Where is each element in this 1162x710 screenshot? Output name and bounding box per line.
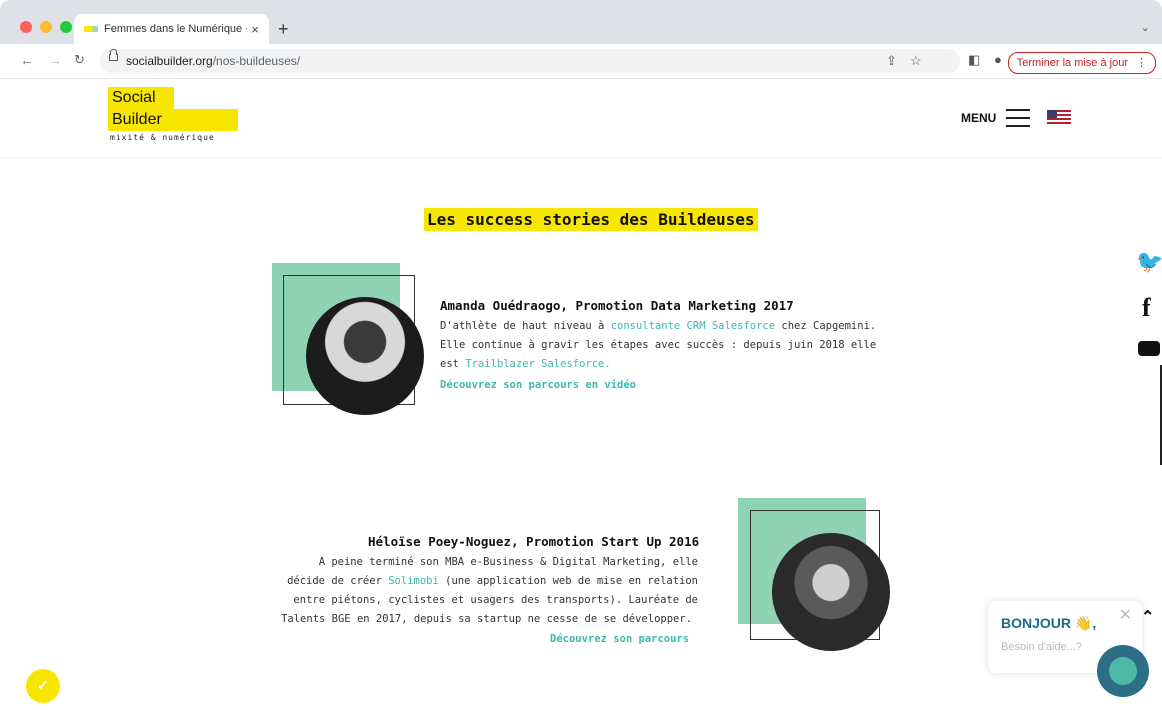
logo-line1[interactable]: Social bbox=[108, 87, 174, 109]
logo-tagline: mixité & numérique bbox=[110, 133, 215, 142]
tab-close-icon[interactable]: × bbox=[247, 22, 263, 37]
chatbot-avatar-icon[interactable] bbox=[1097, 645, 1149, 697]
favicon-icon bbox=[84, 26, 98, 32]
story1-cta-link[interactable]: Découvrez son parcours en vidéo bbox=[440, 379, 636, 391]
browser-window: Femmes dans le Numérique - S × + ⌄ ← → ↻… bbox=[0, 0, 1162, 710]
side-panel-icon[interactable]: ◧ bbox=[968, 52, 980, 68]
story2-text-line3: entre piétons, cyclistes et usagers des … bbox=[293, 594, 698, 606]
profile-icon[interactable]: ● bbox=[994, 52, 1002, 67]
story2-text-line1: A peine terminé son MBA e-Business & Dig… bbox=[318, 556, 698, 568]
browser-tab[interactable]: Femmes dans le Numérique - S × bbox=[74, 14, 269, 44]
hamburger-menu-icon[interactable] bbox=[1006, 109, 1030, 133]
tab-strip: Femmes dans le Numérique - S × + ⌄ bbox=[0, 0, 1162, 44]
url-path: /nos-buildeuses/ bbox=[212, 54, 301, 68]
bookmark-star-icon[interactable]: ☆ bbox=[910, 53, 922, 69]
close-window-button[interactable] bbox=[20, 21, 32, 33]
update-button-label: Terminer la mise à jour bbox=[1016, 57, 1128, 69]
menu-label[interactable]: MENU bbox=[961, 111, 996, 125]
kebab-menu-icon[interactable]: ⋮ bbox=[1136, 53, 1147, 73]
site-header: Social Builder mixité & numérique MENU bbox=[0, 79, 1162, 158]
chat-close-icon[interactable]: ✕ bbox=[1119, 605, 1132, 625]
story2-text-a: décide de créer bbox=[287, 575, 389, 587]
story1-text-c: est bbox=[440, 358, 466, 370]
twitter-icon[interactable]: 🐦 bbox=[1136, 249, 1162, 275]
new-tab-button[interactable]: + bbox=[278, 19, 289, 40]
story1-link-crm[interactable]: consultante CRM Salesforce bbox=[611, 320, 775, 332]
share-icon[interactable]: ⇪ bbox=[886, 53, 897, 69]
update-button[interactable]: Terminer la mise à jour ⋮ bbox=[1007, 52, 1156, 74]
browser-toolbar: ← → ↻ socialbuilder.org/nos-buildeuses/ … bbox=[0, 44, 1162, 79]
lock-icon bbox=[109, 49, 118, 61]
story2-text-line4: Talents BGE en 2017, depuis sa startup n… bbox=[281, 613, 692, 625]
minimize-window-button[interactable] bbox=[40, 21, 52, 33]
story2-text-b: (une application web de mise en relation bbox=[438, 575, 698, 587]
forward-icon[interactable]: → bbox=[48, 52, 62, 68]
tab-title: Femmes dans le Numérique - S bbox=[104, 23, 247, 35]
us-flag-icon[interactable] bbox=[1047, 110, 1071, 124]
chat-title: BONJOUR 👋, bbox=[1001, 615, 1097, 631]
chevron-up-icon[interactable]: ⌃ bbox=[1141, 607, 1154, 627]
tab-list-chevron-icon[interactable]: ⌄ bbox=[1141, 21, 1150, 34]
facebook-icon[interactable]: f bbox=[1142, 293, 1151, 323]
window-controls bbox=[20, 21, 72, 33]
chat-subtitle: Besoin d'aide...? bbox=[1001, 641, 1082, 653]
story1-avatar bbox=[306, 297, 424, 415]
page-content: Social Builder mixité & numérique MENU L… bbox=[0, 79, 1162, 710]
story2-text: A peine terminé son MBA e-Business & Dig… bbox=[260, 553, 698, 629]
maximize-window-button[interactable] bbox=[60, 21, 72, 33]
address-bar[interactable]: socialbuilder.org/nos-buildeuses/ ⇪ ☆ bbox=[100, 49, 960, 73]
story2-cta-link[interactable]: Découvrez son parcours bbox=[550, 633, 689, 645]
back-icon[interactable]: ← bbox=[20, 52, 34, 68]
story1-name: Amanda Ouédraogo, Promotion Data Marketi… bbox=[440, 298, 794, 313]
accessibility-icon[interactable] bbox=[26, 669, 60, 703]
url-text: socialbuilder.org/nos-buildeuses/ bbox=[126, 54, 300, 68]
story1-text-line2: Elle continue à gravir les étapes avec s… bbox=[440, 339, 877, 351]
url-host: socialbuilder.org bbox=[126, 54, 213, 68]
youtube-icon[interactable] bbox=[1138, 341, 1160, 356]
story1-text-a: D'athlète de haut niveau à bbox=[440, 320, 611, 332]
reload-icon[interactable]: ↻ bbox=[74, 52, 85, 68]
story1-text-b: chez Capgemini. bbox=[775, 320, 877, 332]
story1-link-trailblazer[interactable]: Trailblazer Salesforce. bbox=[465, 358, 610, 370]
story2-name: Héloïse Poey-Noguez, Promotion Start Up … bbox=[368, 534, 700, 549]
story2-avatar bbox=[772, 533, 890, 651]
section-title: Les success stories des Buildeuses bbox=[424, 208, 758, 231]
logo-line2[interactable]: Builder bbox=[108, 109, 238, 131]
story1-text: D'athlète de haut niveau à consultante C… bbox=[440, 317, 900, 374]
story2-link-solimobi[interactable]: Solimobi bbox=[388, 575, 439, 587]
